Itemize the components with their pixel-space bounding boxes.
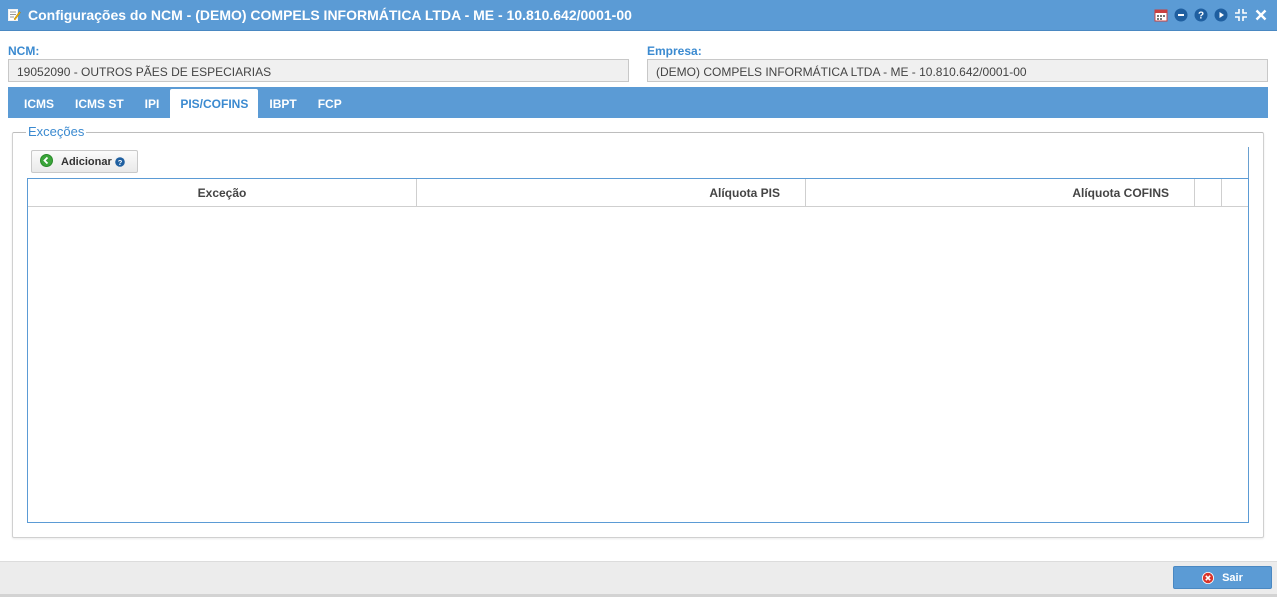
restore-icon[interactable] — [1233, 7, 1249, 23]
add-button-label: Adicionar — [61, 155, 112, 168]
help-icon[interactable]: ? — [114, 156, 125, 167]
column-header-aliquota-pis[interactable]: Alíquota PIS — [417, 179, 806, 207]
column-header-excecao[interactable]: Exceção — [28, 179, 417, 207]
tab-bar: ICMS ICMS ST IPI PIS/COFINS IBPT FCP — [8, 87, 1268, 118]
calendar-icon[interactable] — [1153, 7, 1169, 23]
excecoes-grid: Exceção Alíquota PIS Alíquota COFINS — [27, 178, 1249, 523]
tab-ipi[interactable]: IPI — [135, 90, 170, 118]
play-icon[interactable] — [1213, 7, 1229, 23]
window-titlebar: Configurações do NCM - (DEMO) COMPELS IN… — [0, 0, 1277, 31]
add-circle-icon — [40, 153, 53, 170]
column-header-scroll — [1222, 179, 1248, 207]
empresa-label: Empresa: — [647, 44, 702, 58]
column-header-aliquota-cofins[interactable]: Alíquota COFINS — [806, 179, 1195, 207]
tab-icms[interactable]: ICMS — [14, 90, 64, 118]
footer-bar — [0, 561, 1277, 597]
column-header-actions — [1195, 179, 1222, 207]
close-icon[interactable] — [1253, 7, 1269, 23]
grid-header: Exceção Alíquota PIS Alíquota COFINS — [28, 179, 1248, 207]
svg-text:?: ? — [117, 158, 122, 167]
tab-icms-st[interactable]: ICMS ST — [65, 90, 134, 118]
exit-button[interactable]: Sair — [1173, 566, 1272, 589]
svg-text:?: ? — [1198, 11, 1204, 22]
add-button[interactable]: Adicionar ? — [31, 150, 138, 173]
minimize-icon[interactable] — [1173, 7, 1189, 23]
tab-ibpt[interactable]: IBPT — [259, 90, 306, 118]
window-tools: ? — [1153, 7, 1269, 23]
ncm-label: NCM: — [8, 44, 40, 58]
exit-button-label: Sair — [1222, 571, 1243, 584]
exit-icon — [1202, 571, 1215, 584]
empresa-field[interactable]: (DEMO) COMPELS INFORMÁTICA LTDA - ME - 1… — [647, 59, 1268, 82]
tab-pis-cofins[interactable]: PIS/COFINS — [170, 89, 259, 118]
window-title: Configurações do NCM - (DEMO) COMPELS IN… — [28, 7, 632, 23]
edit-document-icon — [7, 8, 21, 22]
help-icon[interactable]: ? — [1193, 7, 1209, 23]
tab-fcp[interactable]: FCP — [308, 90, 352, 118]
excecoes-legend: Exceções — [26, 124, 87, 139]
ncm-field[interactable]: 19052090 - OUTROS PÃES DE ESPECIARIAS — [8, 59, 629, 82]
